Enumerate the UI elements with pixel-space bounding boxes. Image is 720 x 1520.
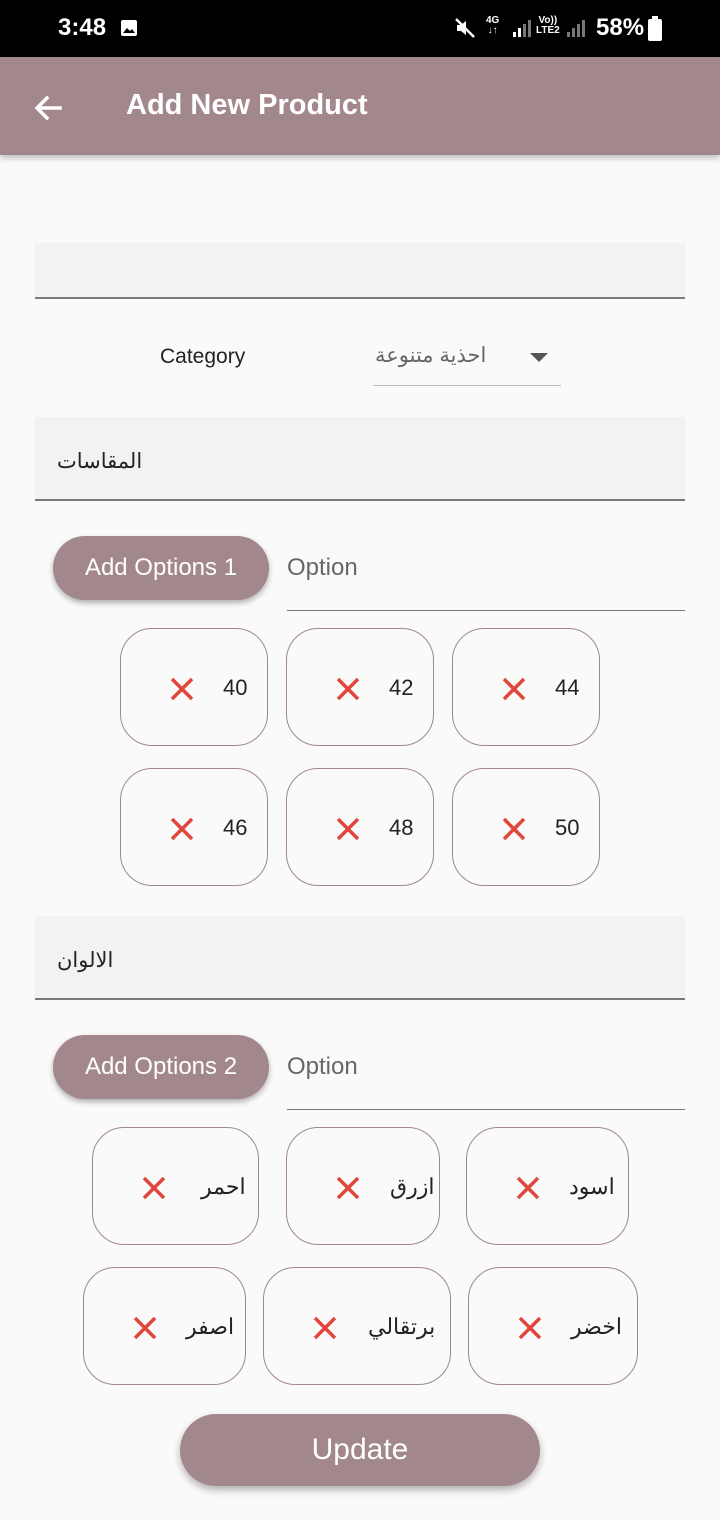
option-chip-label: اصفر	[186, 1314, 235, 1339]
remove-icon[interactable]	[132, 1315, 158, 1341]
option-chip: احمر	[92, 1127, 259, 1245]
option-chip: اخضر	[468, 1267, 638, 1385]
gallery-icon	[121, 20, 137, 36]
app-bar: Add New Product	[0, 57, 720, 155]
option-chip-label: اسود	[569, 1174, 615, 1199]
category-value: احذية متنوعة	[375, 344, 487, 367]
remove-icon[interactable]	[515, 1175, 541, 1201]
option-1-placeholder: Option	[287, 554, 358, 581]
update-button[interactable]: Update	[180, 1414, 540, 1486]
remove-icon[interactable]	[335, 816, 361, 842]
option-chip-label: 42	[389, 675, 414, 700]
option-chip-label: اخضر	[571, 1314, 622, 1339]
status-bar: 3:48 4G ↓↑ Vo)) LTE2 58%	[0, 0, 720, 57]
add-options-1-button[interactable]: Add Options 1	[53, 536, 269, 600]
signal-2-icon	[567, 20, 585, 37]
volte-indicator: Vo)) LTE2	[536, 15, 560, 36]
remove-icon[interactable]	[335, 676, 361, 702]
category-label: Category	[160, 345, 246, 368]
option-chip-label: احمر	[201, 1174, 246, 1199]
remove-icon[interactable]	[169, 816, 195, 842]
option-chip-label: 46	[223, 815, 248, 840]
network-type: 4G ↓↑	[486, 15, 500, 36]
option-2-placeholder: Option	[287, 1053, 358, 1080]
option-chip-label: ازرق	[390, 1174, 435, 1199]
remove-icon[interactable]	[312, 1315, 338, 1341]
option-chip: ازرق	[286, 1127, 440, 1245]
remove-icon[interactable]	[141, 1175, 167, 1201]
option-chip: 50	[452, 768, 600, 886]
option-chip: 42	[286, 628, 434, 746]
option-group-2-title-field[interactable]: الالوان	[35, 916, 685, 1000]
option-chip-label: برتقالي	[368, 1314, 436, 1339]
remove-icon[interactable]	[335, 1175, 361, 1201]
option-chip: اصفر	[83, 1267, 246, 1385]
signal-icon	[513, 20, 531, 37]
remove-icon[interactable]	[501, 816, 527, 842]
category-dropdown[interactable]: احذية متنوعة	[373, 333, 561, 386]
option-1-input[interactable]: Option	[287, 536, 685, 611]
remove-icon[interactable]	[517, 1315, 543, 1341]
option-group-1-title: المقاسات	[57, 450, 143, 473]
option-chip-label: 44	[555, 675, 580, 700]
option-2-input[interactable]: Option	[287, 1035, 685, 1110]
option-chip: برتقالي	[263, 1267, 451, 1385]
battery-percent: 58%	[596, 14, 645, 41]
back-arrow-icon[interactable]	[28, 88, 68, 128]
option-chip-label: 48	[389, 815, 414, 840]
option-chip-label: 50	[555, 815, 580, 840]
add-options-2-button[interactable]: Add Options 2	[53, 1035, 269, 1099]
option-chip: 46	[120, 768, 268, 886]
option-chip: 48	[286, 768, 434, 886]
option-chip: اسود	[466, 1127, 629, 1245]
battery-icon	[648, 16, 662, 41]
option-chip-label: 40	[223, 675, 248, 700]
option-chip: 40	[120, 628, 268, 746]
remove-icon[interactable]	[501, 676, 527, 702]
page-title: Add New Product	[126, 89, 368, 121]
dropdown-arrow-icon	[530, 353, 548, 362]
status-time: 3:48	[58, 14, 107, 41]
product-name-field[interactable]	[35, 243, 685, 299]
option-group-2-title: الالوان	[57, 949, 114, 972]
option-chip: 44	[452, 628, 600, 746]
option-group-1-title-field[interactable]: المقاسات	[35, 417, 685, 501]
mute-icon	[455, 18, 475, 38]
remove-icon[interactable]	[169, 676, 195, 702]
